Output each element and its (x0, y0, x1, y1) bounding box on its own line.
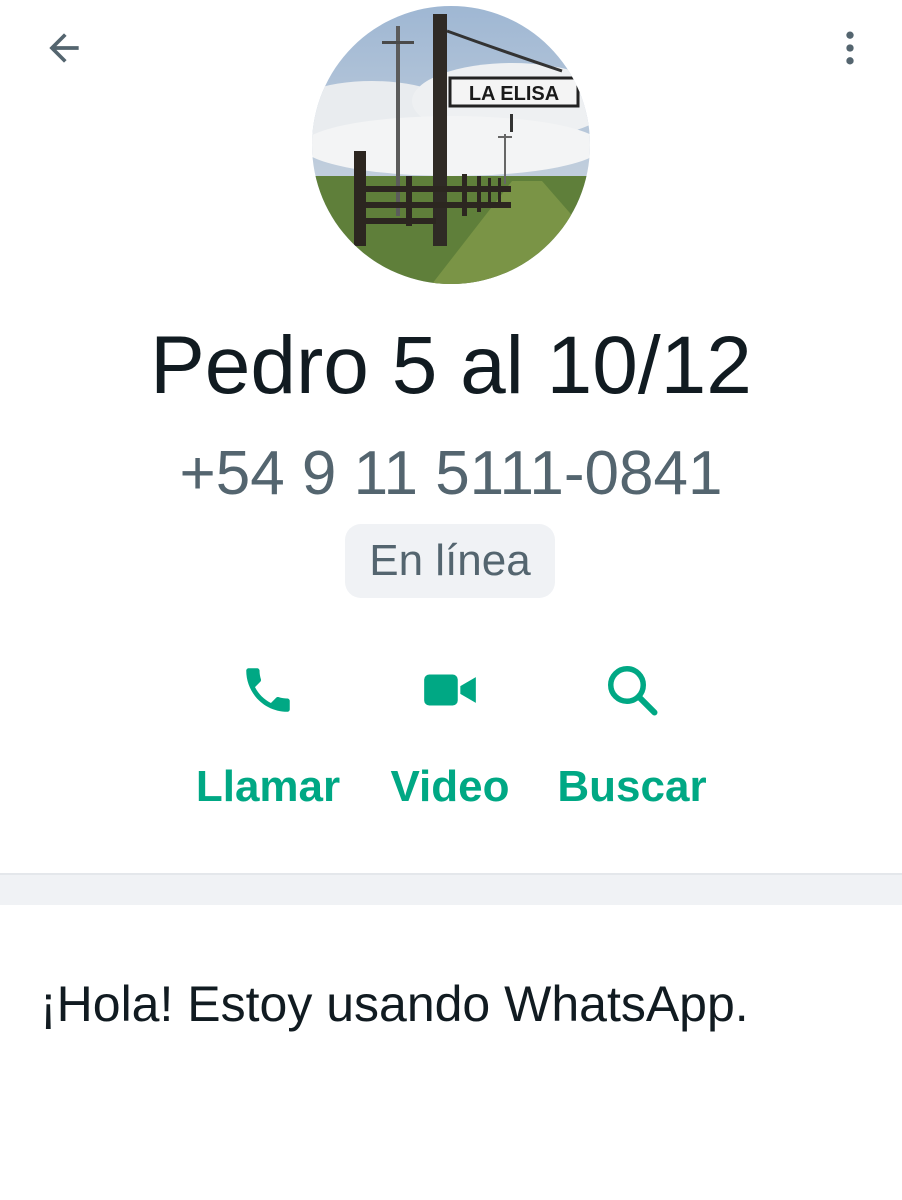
phone-icon (236, 658, 300, 722)
video-label: Video (390, 762, 510, 811)
avatar-sign-text: LA ELISA (469, 83, 559, 105)
more-options-button[interactable] (822, 20, 878, 76)
search-icon (600, 658, 664, 722)
call-label: Llamar (195, 762, 341, 811)
back-button[interactable] (36, 20, 92, 76)
contact-info-screen: LA ELISA Pedro 5 al 10/12 +54 9 11 5111-… (0, 0, 902, 1200)
arrow-left-icon (49, 33, 79, 63)
video-call-button[interactable]: Video (360, 650, 540, 820)
contact-phone-number: +54 9 11 5111-0841 (179, 439, 723, 508)
search-label: Buscar (557, 762, 707, 811)
status-text: En línea (369, 536, 531, 585)
avatar-photo: LA ELISA (312, 6, 590, 284)
search-button[interactable]: Buscar (542, 650, 722, 820)
more-vertical-icon (846, 31, 854, 65)
status-badge: En línea (345, 524, 555, 598)
contact-name: Pedro 5 al 10/12 (150, 320, 752, 411)
section-divider (0, 873, 902, 905)
avatar[interactable]: LA ELISA (312, 6, 590, 284)
video-camera-icon (418, 658, 482, 722)
call-button[interactable]: Llamar (178, 650, 358, 820)
about-text: ¡Hola! Estoy usando WhatsApp. (40, 976, 749, 1032)
